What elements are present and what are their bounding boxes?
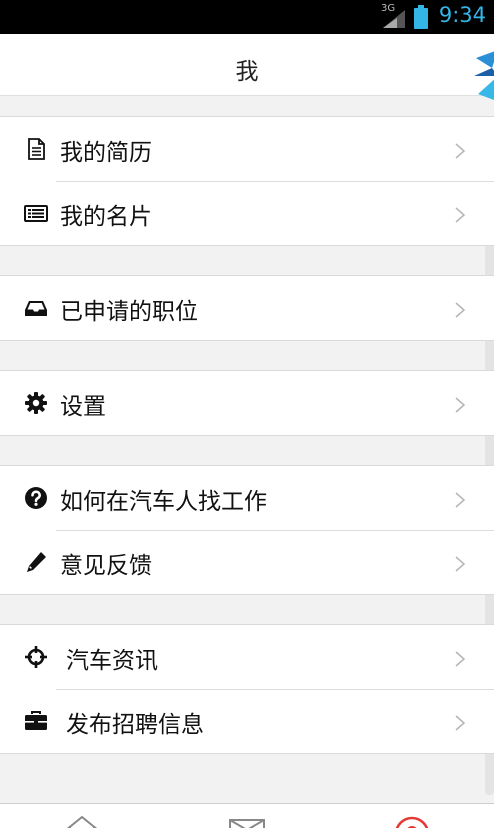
menu-group-help: 如何在汽车人找工作 意见反馈	[0, 465, 494, 595]
clock: 9:34	[438, 3, 486, 27]
home-icon	[66, 815, 98, 828]
battery-icon	[414, 5, 428, 29]
tab-home[interactable]	[62, 814, 102, 828]
chevron-right-icon	[455, 651, 466, 667]
menu-item-post-job[interactable]: 发布招聘信息	[0, 689, 494, 753]
chevron-right-icon	[455, 492, 466, 508]
pencil-icon	[27, 552, 46, 572]
app-logo-icon	[474, 51, 494, 100]
menu-item-label: 汽车资讯	[66, 648, 158, 674]
card-list-icon	[24, 205, 48, 222]
menu-item-label: 已申请的职位	[60, 299, 198, 325]
menu-item-label: 我的简历	[60, 140, 152, 166]
menu-item-label: 如何在汽车人找工作	[60, 489, 267, 515]
chevron-right-icon	[455, 556, 466, 572]
menu-item-label: 我的名片	[60, 204, 152, 230]
menu-item-applied-jobs[interactable]: 已申请的职位	[0, 276, 494, 340]
menu-item-auto-news[interactable]: 汽车资讯	[0, 625, 494, 689]
tab-messages[interactable]	[227, 814, 267, 828]
user-icon	[395, 816, 429, 828]
menu-item-label: 发布招聘信息	[66, 712, 204, 738]
menu-item-job-search-help[interactable]: 如何在汽车人找工作	[0, 466, 494, 530]
inbox-icon	[25, 301, 47, 316]
crosshair-icon	[25, 646, 47, 668]
menu-item-business-card[interactable]: 我的名片	[0, 181, 494, 245]
menu-group-applications: 已申请的职位	[0, 275, 494, 341]
briefcase-icon	[25, 711, 47, 730]
menu-item-label: 意见反馈	[60, 553, 152, 579]
menu-item-settings[interactable]: 设置	[0, 371, 494, 435]
menu-group-auto: 汽车资讯 发布招聘信息	[0, 624, 494, 754]
menu-item-resume[interactable]: 我的简历	[0, 117, 494, 181]
signal-icon	[383, 10, 405, 28]
page-header: 我	[0, 34, 494, 100]
menu-item-feedback[interactable]: 意见反馈	[0, 530, 494, 594]
document-icon	[28, 138, 45, 160]
bottom-tab-bar	[0, 803, 494, 828]
tab-profile[interactable]	[392, 814, 432, 828]
chevron-right-icon	[455, 715, 466, 731]
page-title: 我	[235, 59, 259, 85]
chevron-right-icon	[455, 207, 466, 223]
chevron-right-icon	[455, 302, 466, 318]
menu-group-profile: 我的简历 我的名片	[0, 116, 494, 246]
chevron-right-icon	[455, 143, 466, 159]
status-bar: 3G 9:34	[0, 0, 494, 34]
menu-item-label: 设置	[60, 394, 106, 420]
mail-icon	[229, 819, 265, 828]
question-circle-icon	[25, 487, 47, 509]
menu-group-settings: 设置	[0, 370, 494, 436]
chevron-right-icon	[455, 397, 466, 413]
gear-icon	[25, 392, 47, 414]
